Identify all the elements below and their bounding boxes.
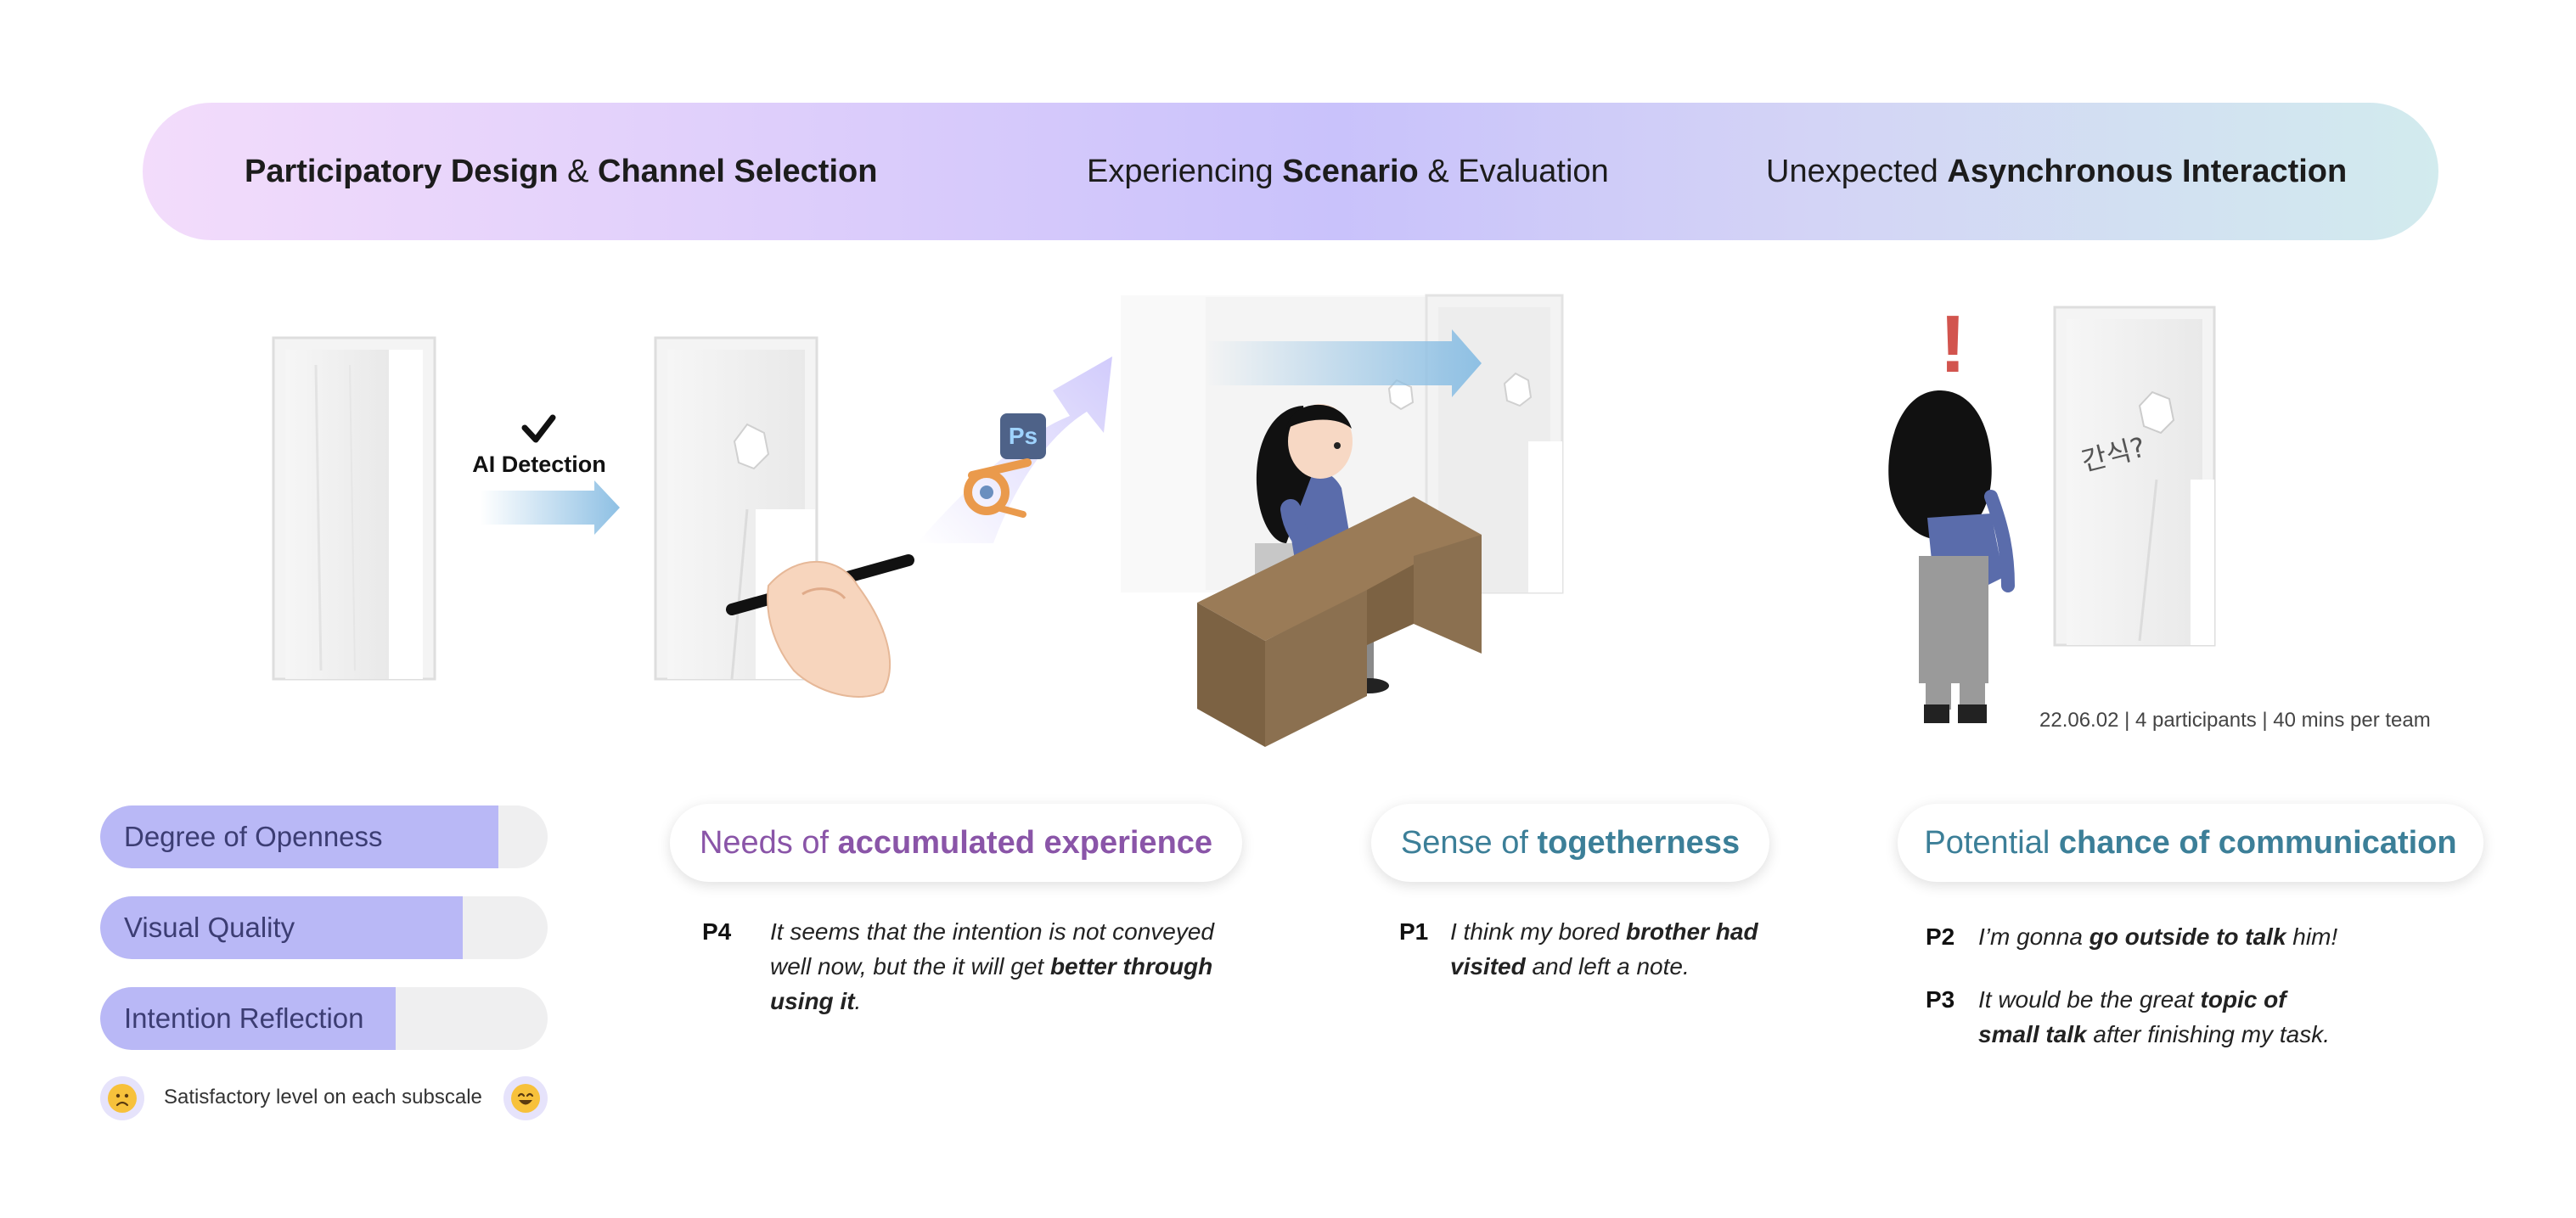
ai-detection-label: AI Detection <box>472 452 606 477</box>
session-info: 22.06.02 | 4 participants | 40 mins per … <box>2039 709 2431 732</box>
happy-face-icon <box>503 1076 548 1120</box>
exclamation-icon: ! <box>1939 299 1966 390</box>
standing-woman-icon <box>1888 390 2015 723</box>
plain-door-icon <box>272 336 436 681</box>
sad-face-icon <box>100 1076 144 1120</box>
subscale-bar-visual-quality: Visual Quality <box>100 896 548 959</box>
participant-id: P3 <box>1926 986 1955 1013</box>
theme-bold: chance of communication <box>2058 825 2457 861</box>
bar-label: Intention Reflection <box>124 1002 364 1034</box>
theme-chance-of-communication: Potential chance of communication <box>1898 804 2483 882</box>
subscale-bar-openness: Degree of Openness <box>100 805 548 868</box>
exclamation-mark: ! <box>1939 299 1966 390</box>
theme-togetherness: Sense of togetherness <box>1371 804 1769 882</box>
quote-p4: It seems that the intention is not conve… <box>770 918 1214 1014</box>
theme-bold: accumulated experience <box>837 825 1213 861</box>
check-icon <box>521 414 556 443</box>
participant-id: P1 <box>1399 918 1429 945</box>
theme-pre: Needs of <box>699 825 838 861</box>
subscale-caption: Satisfactory level on each subscale <box>164 1086 482 1109</box>
bar-label: Degree of Openness <box>124 821 383 852</box>
theme-pre: Sense of <box>1400 825 1538 861</box>
digital-tools-arrow-icon: Ps <box>917 356 1112 543</box>
theme-accumulated-experience: Needs of accumulated experience <box>670 804 1242 882</box>
quote-p3: It would be the great topic of small tal… <box>1978 986 2330 1047</box>
door-with-note-icon: 간식? <box>2053 306 2216 647</box>
participant-id: P2 <box>1926 923 1955 950</box>
scenario-illustration: Ps ! 간식? AI Detection <box>272 294 2216 747</box>
theme-pre: Potential <box>1924 825 2059 861</box>
bar-label: Visual Quality <box>124 912 295 943</box>
quote-p2: I’m gonna go outside to talk him! <box>1978 923 2338 950</box>
participant-id: P4 <box>702 918 732 945</box>
subscale-bar-intention-reflection: Intention Reflection <box>100 987 548 1050</box>
theme-bold: togetherness <box>1537 825 1741 861</box>
quote-p1: I think my bored brother had visited and… <box>1450 918 1758 979</box>
photoshop-label: Ps <box>1009 423 1038 449</box>
